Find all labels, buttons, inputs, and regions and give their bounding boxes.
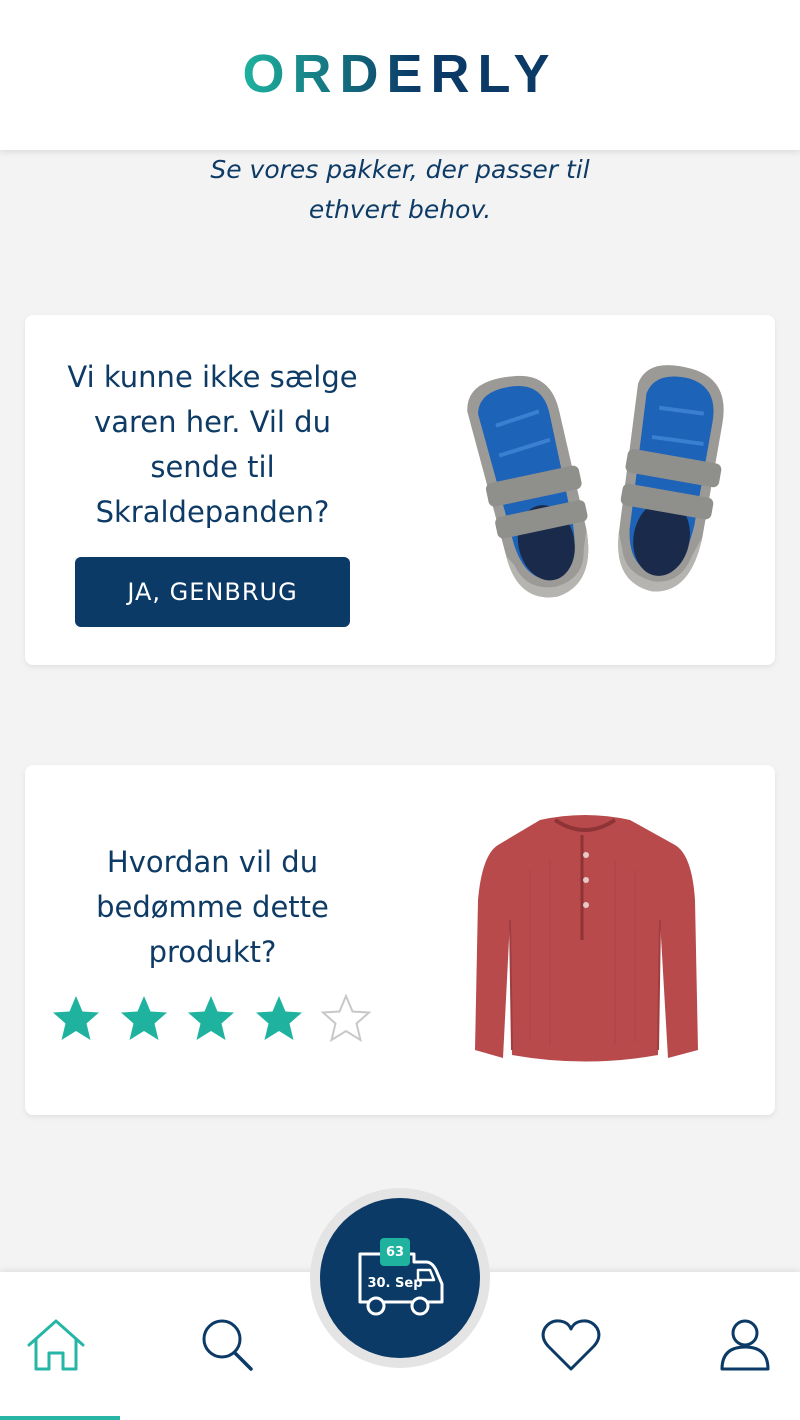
app-header: ORDERLY — [0, 0, 800, 150]
recycle-question-line-2: varen her. Vil du — [94, 405, 331, 439]
star-3-filled-icon[interactable] — [185, 993, 237, 1045]
star-1-filled-icon[interactable] — [50, 993, 102, 1045]
recycle-question-line-3: sende til — [150, 450, 275, 484]
recycle-question: Vi kunne ikke sælge varen her. Vil du se… — [65, 355, 360, 535]
recycle-card: Vi kunne ikke sælge varen her. Vil du se… — [25, 315, 775, 665]
rating-question: Hvordan vil du bedømme dette produkt? — [65, 840, 360, 975]
tagline-line-1: Se vores pakker, der passer til — [210, 155, 590, 184]
rating-card: Hvordan vil du bedømme dette produkt? — [25, 765, 775, 1115]
brand-name: ORDERLY — [242, 45, 557, 104]
recycle-button[interactable]: JA, GENBRUG — [75, 557, 350, 627]
star-rating[interactable] — [50, 993, 388, 1045]
heart-icon[interactable] — [540, 1317, 602, 1373]
rating-question-line-2: bedømme dette — [96, 890, 329, 924]
home-icon[interactable] — [25, 1317, 87, 1373]
user-icon[interactable] — [718, 1317, 772, 1373]
rating-question-line-3: produkt? — [148, 935, 277, 969]
red-shirt-image — [475, 815, 698, 1062]
recycle-question-line-1: Vi kunne ikke sælge — [67, 360, 358, 394]
star-5-empty-icon[interactable] — [320, 993, 372, 1045]
active-tab-indicator — [0, 1416, 120, 1420]
star-4-filled-icon[interactable] — [253, 993, 305, 1045]
orderly-logo[interactable]: ORDERLY — [220, 45, 580, 105]
star-2-filled-icon[interactable] — [118, 993, 170, 1045]
recycle-question-line-4: Skraldepanden? — [95, 495, 330, 529]
sneakers-image — [467, 365, 724, 598]
rating-question-line-1: Hvordan vil du — [106, 845, 319, 879]
search-icon[interactable] — [200, 1317, 255, 1373]
tagline-line-2: ethvert behov. — [308, 195, 492, 224]
delivery-fab-ring: 63 30. Sep — [310, 1188, 490, 1368]
delivery-date: 30. Sep — [367, 1276, 423, 1291]
delivery-count-badge: 63 — [380, 1238, 410, 1266]
delivery-button[interactable]: 63 30. Sep — [320, 1198, 480, 1358]
tagline: Se vores pakker, der passer til ethvert … — [0, 150, 800, 230]
